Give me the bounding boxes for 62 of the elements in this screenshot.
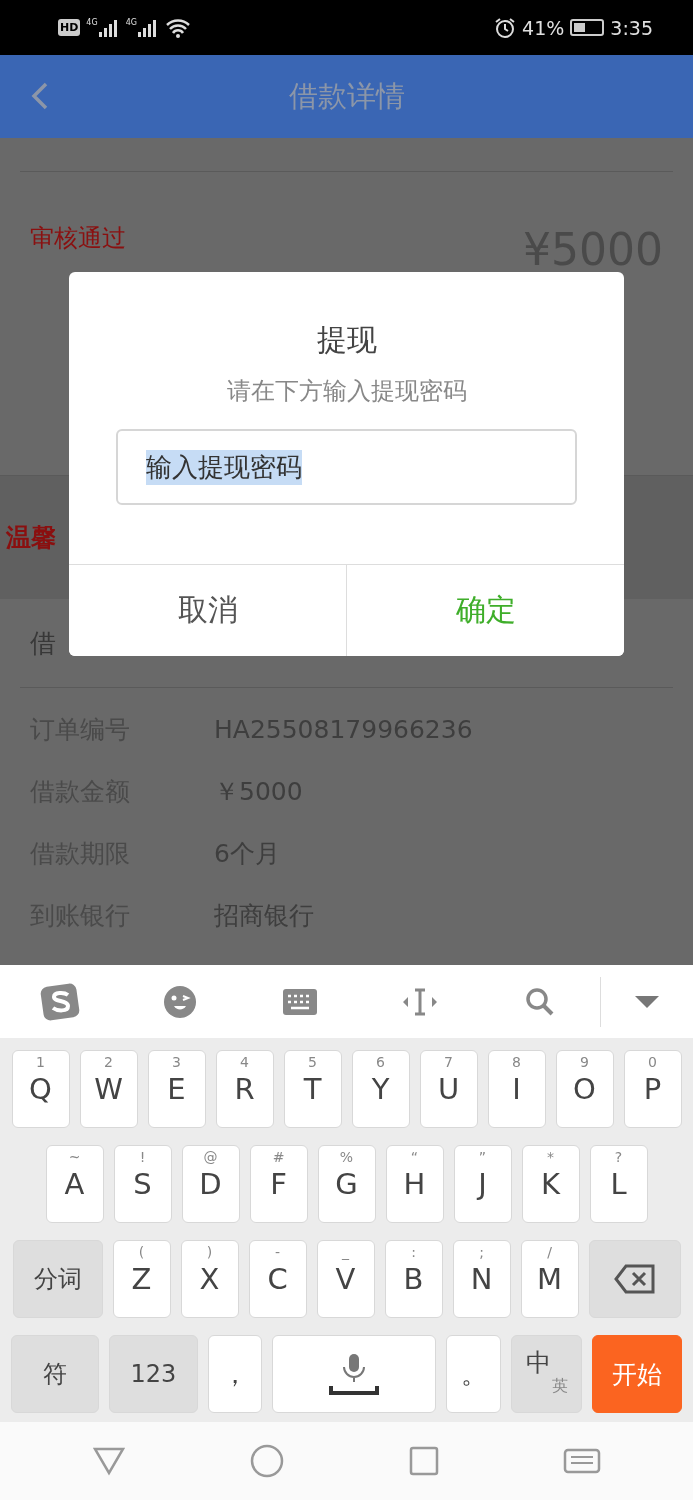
language-key[interactable]: 中 英 [511, 1335, 582, 1413]
key[interactable]: 分词 [12, 1240, 103, 1318]
alarm-icon [494, 16, 517, 39]
key[interactable]: 8 I [487, 1050, 546, 1128]
key[interactable]: ? L [589, 1145, 648, 1223]
key[interactable]: 7 U [419, 1050, 478, 1128]
signal-icon [97, 17, 120, 38]
key[interactable]: ~ A [45, 1145, 104, 1223]
key[interactable]: 6 Y [351, 1050, 410, 1128]
page-title: 借款详情 [288, 77, 405, 115]
back-icon[interactable] [30, 81, 50, 111]
key[interactable]: % G [317, 1145, 376, 1223]
recents-icon[interactable] [408, 1446, 439, 1476]
key[interactable]: 符 [11, 1335, 100, 1413]
key[interactable]: ; N [452, 1240, 511, 1318]
key[interactable]: 。 [446, 1335, 502, 1413]
key[interactable]: * K [521, 1145, 580, 1223]
key[interactable]: ” J [453, 1145, 512, 1223]
home-icon[interactable] [250, 1444, 285, 1478]
key[interactable]: @ D [181, 1145, 240, 1223]
wifi-icon [164, 17, 191, 38]
backspace-key[interactable] [588, 1240, 681, 1318]
key[interactable]: 9 O [555, 1050, 614, 1128]
key[interactable]: - C [248, 1240, 307, 1318]
search-icon[interactable] [525, 986, 555, 1017]
microphone-icon [329, 1352, 380, 1396]
battery-icon [570, 19, 605, 36]
key[interactable]: 4 R [215, 1050, 274, 1128]
key[interactable]: ， [207, 1335, 263, 1413]
key[interactable]: 1 Q [11, 1050, 70, 1128]
key[interactable]: / M [520, 1240, 579, 1318]
hd-badge: HD [58, 19, 81, 36]
key[interactable]: 0 P [623, 1050, 682, 1128]
network-label: 4G [125, 17, 137, 27]
cursor-icon[interactable] [402, 986, 438, 1017]
review-status: 审核通过 [30, 223, 126, 254]
key[interactable]: ! S [113, 1145, 172, 1223]
back-triangle-icon[interactable] [92, 1446, 127, 1476]
notice-label: 温馨 [6, 522, 56, 554]
dialog-subtitle: 请在下方输入提现密码 [226, 376, 467, 407]
key[interactable]: “ H [385, 1145, 444, 1223]
clock: 3:35 [610, 16, 653, 39]
signal-icon [136, 17, 159, 38]
network-label: 4G [86, 17, 98, 27]
key[interactable]: ) X [180, 1240, 239, 1318]
key[interactable]: _ V [316, 1240, 375, 1318]
keyboard-icon[interactable] [283, 988, 317, 1015]
key[interactable]: 123 [109, 1335, 198, 1413]
backspace-icon [613, 1264, 656, 1294]
password-field[interactable]: 输入提现密码 [116, 429, 577, 505]
caret-down-icon[interactable] [634, 993, 660, 1010]
key[interactable]: ( Z [112, 1240, 171, 1318]
key[interactable]: 5 T [283, 1050, 342, 1128]
keyboard-icon[interactable] [562, 1448, 601, 1474]
dialog-title: 提现 [316, 321, 377, 359]
battery-percent: 41% [522, 16, 565, 39]
space-key[interactable] [272, 1335, 437, 1413]
key[interactable]: 3 E [147, 1050, 206, 1128]
key[interactable]: # F [249, 1145, 308, 1223]
key[interactable]: 2 W [79, 1050, 138, 1128]
key[interactable]: : B [384, 1240, 443, 1318]
emoji-icon[interactable] [163, 984, 197, 1019]
